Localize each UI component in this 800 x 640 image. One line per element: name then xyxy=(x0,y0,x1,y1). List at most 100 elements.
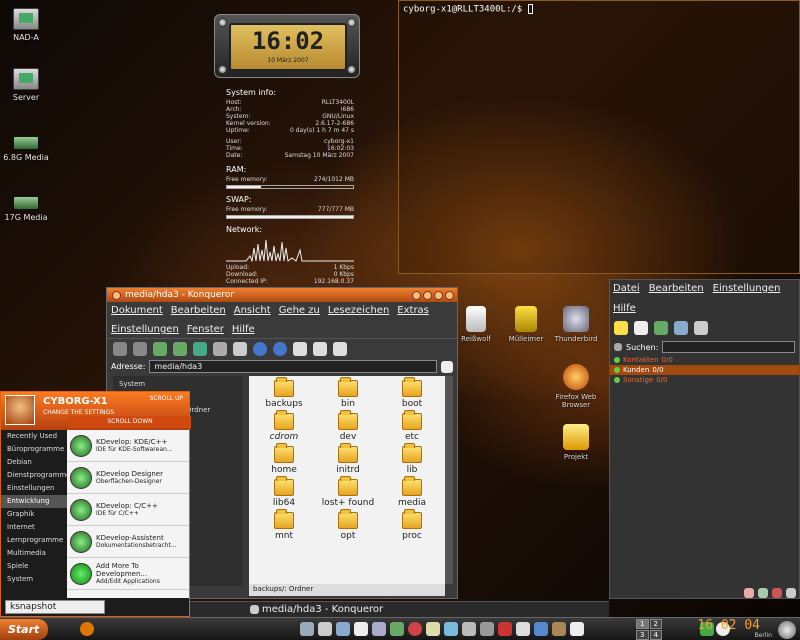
calculator-icon[interactable] xyxy=(480,622,494,636)
folder-item[interactable]: home xyxy=(255,443,313,475)
menu-item[interactable]: Ansicht xyxy=(234,305,271,316)
menu-item[interactable]: Extras xyxy=(397,305,429,316)
back-icon[interactable] xyxy=(113,341,127,356)
close-icon[interactable] xyxy=(445,290,454,300)
category-item[interactable]: Sonstige 0/0 xyxy=(610,375,799,385)
start-category[interactable]: Dienstprogramme xyxy=(1,469,70,482)
icon-view-icon[interactable] xyxy=(293,341,307,356)
tray-icon[interactable] xyxy=(786,588,796,598)
stop-icon[interactable] xyxy=(213,341,227,356)
desktop-icon-nad-a[interactable]: NAD-A xyxy=(0,8,56,42)
contacts-window[interactable]: Datei Bearbeiten Einstellungen Hilfe Suchen… xyxy=(609,279,800,599)
folder-item[interactable]: lib64 xyxy=(255,476,313,508)
add-user-icon[interactable] xyxy=(654,321,668,335)
avatar[interactable] xyxy=(5,395,35,425)
expand-icon[interactable] xyxy=(614,377,620,383)
start-category[interactable]: Multimedia xyxy=(1,547,67,560)
clear-search-icon[interactable] xyxy=(614,343,622,351)
taskbar-clock[interactable]: 16 02 04 xyxy=(697,618,760,633)
cd-icon[interactable] xyxy=(516,622,530,636)
browser-icon[interactable] xyxy=(444,622,458,636)
start-app-item[interactable]: KDevelop-Assistent Dokumentationsbetracht… xyxy=(67,526,189,558)
text-editor-icon[interactable] xyxy=(570,622,584,636)
terminal-window[interactable]: cyborg-x1@RLLT3400L:/$ xyxy=(398,0,800,274)
start-category[interactable]: Graphik xyxy=(1,508,67,521)
folder-item[interactable]: media xyxy=(383,476,441,508)
scroll-up-button[interactable]: SCROLL UP xyxy=(150,395,184,402)
tree-view-icon[interactable] xyxy=(333,341,347,356)
up-icon[interactable] xyxy=(153,341,167,356)
start-category[interactable]: Recently Used xyxy=(1,430,67,443)
desktop-icon-thunderbird[interactable]: Thunderbird xyxy=(548,306,604,343)
desktop-icon-projekt[interactable]: Projekt xyxy=(548,424,604,461)
menu-item[interactable]: Dokument xyxy=(111,305,163,316)
group-icon[interactable] xyxy=(674,321,688,335)
expand-icon[interactable] xyxy=(614,357,620,363)
menu-item[interactable]: Fenster xyxy=(187,324,224,335)
folder-item[interactable]: dev xyxy=(319,410,377,442)
run-input[interactable]: ksnapshot xyxy=(5,600,105,614)
start-category[interactable]: Einstellungen xyxy=(1,482,67,495)
settings-icon[interactable] xyxy=(694,321,708,335)
start-category[interactable]: Internet xyxy=(1,521,67,534)
folder-item[interactable]: boot xyxy=(383,377,441,409)
home-icon[interactable] xyxy=(173,341,187,356)
edit-icon[interactable] xyxy=(634,321,648,335)
kde-icon[interactable] xyxy=(80,622,94,636)
start-category[interactable]: Lernprogramme xyxy=(1,534,67,547)
expand-icon[interactable] xyxy=(614,367,620,373)
taskbar-window-title[interactable]: media/hda3 - Konqueror xyxy=(262,604,383,615)
folder-item[interactable]: proc xyxy=(383,509,441,541)
sidebar-item[interactable]: System xyxy=(115,378,241,390)
search-input[interactable] xyxy=(662,341,795,353)
minimize-icon[interactable] xyxy=(423,290,432,300)
monitor-icon[interactable] xyxy=(318,622,332,636)
menu-item[interactable]: Hilfe xyxy=(232,324,255,335)
menu-item[interactable]: Datei xyxy=(613,283,640,294)
zoom-out-icon[interactable] xyxy=(273,341,287,356)
document-icon[interactable] xyxy=(354,622,368,636)
gear-icon[interactable] xyxy=(390,622,404,636)
scroll-down-button[interactable]: SCROLL DOWN xyxy=(69,416,191,428)
start-app-item[interactable]: Add More To Developmen... Add/Edit Applic… xyxy=(67,558,189,590)
desktop-icon-17g-media[interactable]: 17G Media xyxy=(0,190,56,222)
network-icon[interactable] xyxy=(300,622,314,636)
desktop-button[interactable]: 3 xyxy=(636,630,649,640)
desktop-icon-server[interactable]: Server xyxy=(0,68,56,102)
tray-icon[interactable] xyxy=(744,588,754,598)
forward-icon[interactable] xyxy=(133,341,147,356)
printer-icon[interactable] xyxy=(462,622,476,636)
detail-view-icon[interactable] xyxy=(313,341,327,356)
desktop-icon-firefox[interactable]: Firefox Web Browser xyxy=(548,364,604,409)
address-input[interactable]: media/hda3 xyxy=(149,360,437,373)
folder-item[interactable]: lost+ found xyxy=(319,476,377,508)
maximize-icon[interactable] xyxy=(434,290,443,300)
tray-icon[interactable] xyxy=(772,588,782,598)
user-icon[interactable] xyxy=(614,321,628,335)
help-icon[interactable] xyxy=(412,290,421,300)
folder-item[interactable]: lib xyxy=(383,443,441,475)
audio-icon[interactable] xyxy=(498,622,512,636)
folder-item[interactable]: cdrom xyxy=(255,410,313,442)
tray-icon[interactable] xyxy=(758,588,768,598)
folder-item[interactable]: mnt xyxy=(255,509,313,541)
window-menu-icon[interactable] xyxy=(112,290,121,300)
menu-item[interactable]: Gehe zu xyxy=(279,305,320,316)
print-icon[interactable] xyxy=(233,341,247,356)
start-category[interactable]: Spiele xyxy=(1,560,67,573)
start-button[interactable]: Start xyxy=(0,619,48,640)
folder-item[interactable]: backups xyxy=(255,377,313,409)
change-settings-link[interactable]: CHANGE THE SETTINGS xyxy=(43,409,114,416)
folder-item[interactable]: etc xyxy=(383,410,441,442)
reload-icon[interactable] xyxy=(193,341,207,356)
mail-icon[interactable] xyxy=(534,622,548,636)
start-menu[interactable]: CYBORG-X1 CHANGE THE SETTINGS SCROLL UP … xyxy=(0,391,191,617)
terminal-prompt[interactable]: cyborg-x1@RLLT3400L:/$ xyxy=(399,1,799,18)
desktop-button[interactable]: 1 xyxy=(636,619,649,629)
desktop-button[interactable]: 2 xyxy=(649,619,662,629)
terminal-icon[interactable] xyxy=(372,622,386,636)
file-view[interactable]: backups bin boot cdrom dev etc home initrd lib li… xyxy=(249,376,445,584)
start-app-item[interactable]: KDevelop: KDE/C++ IDE für KDE-Softwarean.… xyxy=(67,430,189,462)
menu-item[interactable]: Hilfe xyxy=(613,303,636,314)
folder-item[interactable]: initrd xyxy=(319,443,377,475)
